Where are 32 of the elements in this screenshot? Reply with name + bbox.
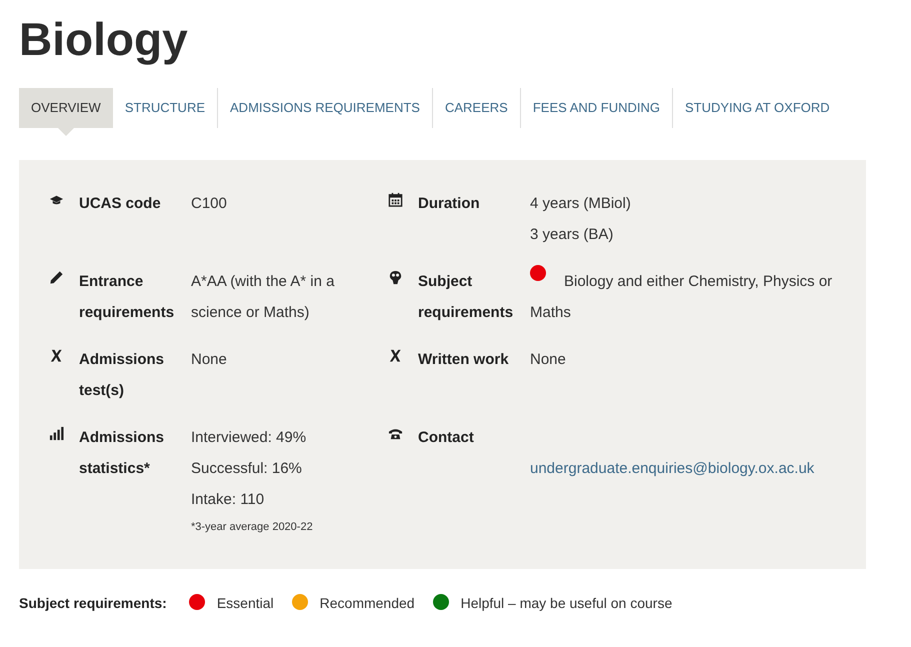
footnote: *3-year average 2020-22	[191, 520, 313, 535]
legend-text: Essential	[216, 594, 274, 613]
legend-text: Recommended	[320, 594, 415, 613]
email-link[interactable]: undergraduate.enquiries@biology.ox.ac.uk	[530, 453, 814, 484]
fact-label: Subject requirements	[418, 272, 514, 323]
cross-icon	[388, 348, 403, 363]
bar-chart-icon	[49, 426, 64, 441]
fact-value: None	[530, 350, 566, 370]
fact-label: Written work	[418, 350, 510, 370]
page-title: Biology	[19, 12, 189, 66]
fact-label: Entrance requirements	[79, 272, 176, 323]
head-icon	[388, 270, 403, 285]
fact-label: Admissions statistics*	[79, 428, 166, 479]
fact-value: None	[191, 350, 227, 370]
cross-icon	[49, 348, 64, 363]
fact-label: Duration	[418, 194, 481, 214]
fact-value: Successful: 16%	[191, 459, 303, 479]
pencil-icon	[49, 270, 64, 285]
fact-value: A*AA (with the A* in a science or Maths)	[191, 272, 336, 323]
legend-label: Subject requirements:	[19, 594, 167, 613]
fact-value: 3 years (BA)	[530, 225, 614, 245]
fact-value: Biology and either Chemistry, Physics or Maths	[530, 272, 834, 323]
tab-pointer	[58, 128, 74, 136]
fact-label: Contact	[418, 428, 475, 448]
calendar-icon	[388, 192, 403, 207]
fact-value: C100	[191, 194, 227, 214]
fact-label: Admissions test(s)	[79, 350, 166, 401]
legend-text: Helpful – may be useful on course	[460, 594, 672, 613]
fact-label: UCAS code	[79, 194, 162, 214]
fact-value: Intake: 110	[191, 490, 266, 510]
fact-value: 4 years (MBiol)	[530, 194, 631, 214]
fact-value: Interviewed: 49%	[191, 428, 308, 448]
